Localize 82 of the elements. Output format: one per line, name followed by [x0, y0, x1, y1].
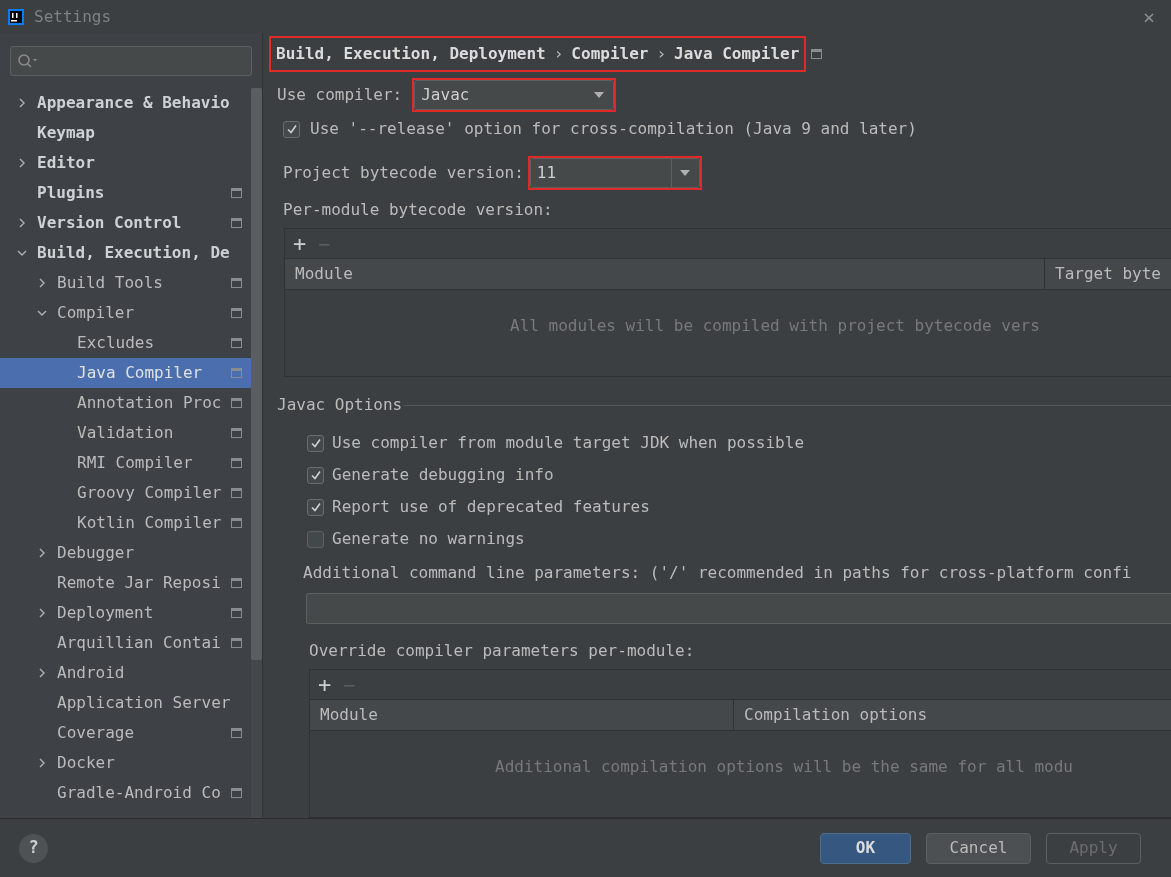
field-label: Use compiler:: [277, 84, 403, 106]
empty-table-text: All modules will be compiled with project bytecode vers: [510, 315, 1040, 337]
checkbox[interactable]: [307, 466, 324, 484]
add-button[interactable]: +: [293, 232, 307, 255]
chevron-right-icon[interactable]: [17, 98, 27, 108]
field-label: Override compiler parameters per-module:: [308, 640, 696, 662]
chevron-right-icon[interactable]: [37, 608, 47, 618]
tree-item[interactable]: Editor: [0, 148, 251, 178]
search-icon: [17, 53, 39, 69]
chevron-right-icon[interactable]: [37, 278, 47, 288]
tree-item[interactable]: Appearance & Behavio: [0, 88, 251, 118]
field-label: Per-module bytecode version:: [282, 199, 554, 221]
chevron-right-icon[interactable]: [17, 218, 27, 228]
app-logo-icon: [8, 8, 24, 25]
tree-item[interactable]: Gradle-Android Co: [0, 778, 251, 808]
chevron-right-icon[interactable]: [17, 158, 27, 168]
tree-item[interactable]: Build Tools: [0, 268, 251, 298]
tree-item[interactable]: Docker: [0, 748, 251, 778]
input-field[interactable]: [306, 593, 1171, 624]
chevron-down-icon[interactable]: [37, 308, 47, 318]
ok-button[interactable]: OK: [820, 832, 911, 864]
tree-item[interactable]: Validation: [0, 418, 251, 448]
breadcrumb-item[interactable]: Java Compiler: [674, 42, 800, 66]
checkmark-icon: [309, 437, 322, 449]
checkmark-icon: [285, 123, 298, 135]
checkbox-label: Report use of deprecated features: [332, 496, 650, 518]
column-header[interactable]: Module: [285, 259, 1045, 289]
caret-icon: [680, 170, 691, 176]
chevron-right-icon[interactable]: [37, 548, 47, 558]
breadcrumb-separator: ›: [553, 43, 564, 65]
checkbox-label: Generate no warnings: [332, 528, 525, 550]
tree-item[interactable]: RMI Compiler: [0, 448, 251, 478]
checkbox[interactable]: [307, 530, 324, 548]
field-label: Project bytecode version:: [283, 162, 524, 184]
add-button[interactable]: +: [318, 673, 332, 696]
project-icon: [811, 49, 823, 59]
checkbox-label: Generate debugging info: [332, 464, 554, 486]
checkmark-icon: [309, 501, 322, 513]
checkbox[interactable]: [283, 120, 300, 138]
tree-item[interactable]: Kotlin Compiler: [0, 508, 251, 538]
checkbox-label: Use '--release' option for cross-compilation (Java 9 and later): [310, 118, 917, 140]
tree-item[interactable]: Debugger: [0, 538, 251, 568]
checkbox[interactable]: [307, 498, 324, 516]
dropdown[interactable]: Javac: [414, 80, 615, 110]
tree-item[interactable]: Application Server: [0, 688, 251, 718]
search-field[interactable]: [10, 46, 252, 76]
window-title: Settings: [34, 5, 112, 28]
group-title: Javac Options: [277, 394, 403, 416]
tree-item[interactable]: Groovy Compiler: [0, 478, 251, 508]
tree-item[interactable]: Annotation Proc: [0, 388, 251, 418]
tree-item[interactable]: Android: [0, 658, 251, 688]
tree-item[interactable]: Version Control: [0, 208, 251, 238]
tree-item[interactable]: Arquillian Contai: [0, 628, 251, 658]
help-button[interactable]: ?: [19, 833, 48, 863]
close-button[interactable]: ×: [1142, 6, 1155, 27]
tree-item[interactable]: Excludes: [0, 328, 251, 358]
tree-item[interactable]: Keymap: [0, 118, 251, 148]
column-header[interactable]: Module: [310, 700, 734, 730]
scrollbar[interactable]: [251, 88, 262, 818]
field-label: Additional command line parameters: ('/' recommended in paths for cross-platform confi: [302, 562, 1133, 584]
column-header[interactable]: Target byte: [1045, 259, 1171, 289]
chevron-down-icon[interactable]: [17, 248, 27, 258]
checkbox-label: Use compiler from module target JDK when possible: [332, 432, 804, 454]
chevron-right-icon[interactable]: [37, 668, 47, 678]
breadcrumb-item[interactable]: Compiler: [571, 42, 649, 66]
checkmark-icon: [309, 469, 322, 481]
chevron-right-icon[interactable]: [37, 758, 47, 768]
tree-item[interactable]: Deployment: [0, 598, 251, 628]
column-header[interactable]: Compilation options: [734, 700, 1171, 730]
breadcrumb-item[interactable]: Build, Execution, Deployment: [276, 42, 546, 66]
caret-icon: [594, 92, 605, 98]
empty-table-text: Additional compilation options will be the same for all modu: [495, 756, 1073, 778]
dialog-button[interactable]: Cancel: [926, 832, 1031, 864]
tree-item[interactable]: Build, Execution, De: [0, 238, 251, 268]
breadcrumb-separator: ›: [656, 43, 667, 65]
tree-item[interactable]: Remote Jar Reposi: [0, 568, 251, 598]
tree-item[interactable]: Java Compiler: [0, 358, 251, 388]
tree-item[interactable]: Compiler: [0, 298, 251, 328]
checkbox[interactable]: [307, 434, 324, 452]
dropdown[interactable]: 11: [529, 158, 700, 188]
tree-item[interactable]: Coverage: [0, 718, 251, 748]
tree-item[interactable]: Plugins: [0, 178, 251, 208]
